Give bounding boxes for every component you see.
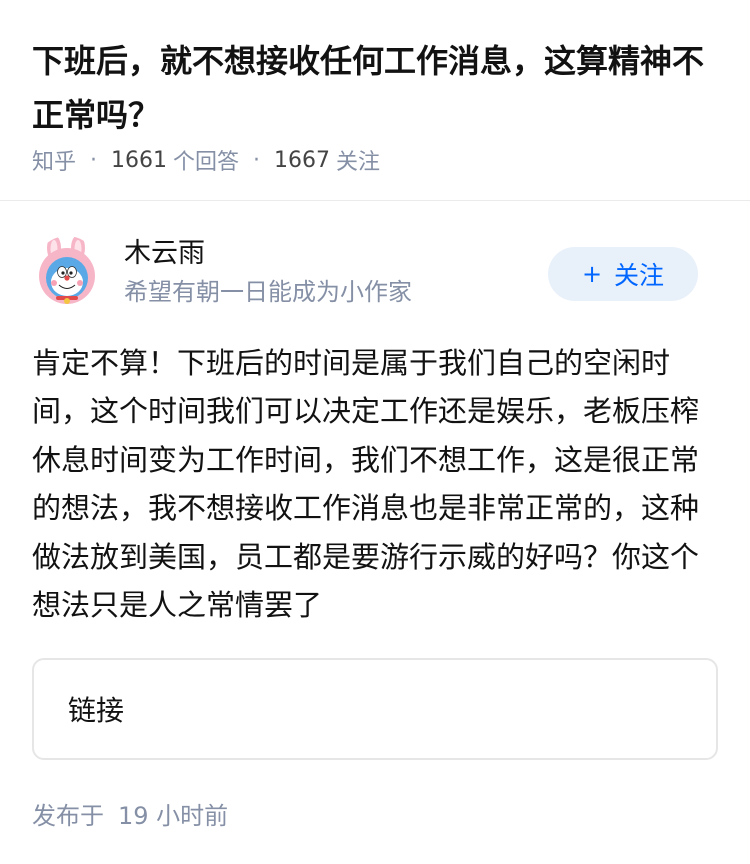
answer-count-suffix: 个回答 (173, 150, 240, 175)
meta-separator: · (253, 147, 261, 173)
question-title[interactable]: 下班后，就不想接收任何工作消息，这算精神不正常吗？ (32, 34, 722, 142)
doraemon-bunny-avatar-icon (34, 236, 100, 306)
follow-button-label: 关注 (614, 261, 665, 290)
source-label[interactable]: 知乎 (32, 144, 76, 176)
author-bio: 希望有朝一日能成为小作家 (124, 278, 412, 306)
publish-time-prefix: 发布于 (32, 802, 104, 830)
author-avatar[interactable] (34, 236, 100, 306)
answer-count: 1661 (111, 147, 168, 173)
follow-button[interactable]: + 关注 (548, 247, 698, 301)
follower-count-suffix: 关注 (336, 150, 381, 175)
publish-time: 发布于 19 小时前 (32, 796, 228, 831)
link-card[interactable]: 链接 (32, 658, 718, 760)
plus-icon: + (581, 260, 603, 288)
publish-time-value: 19 小时前 (118, 802, 229, 830)
follower-count: 1667 (274, 147, 331, 173)
meta-separator: · (90, 147, 98, 173)
section-divider (0, 200, 750, 201)
answer-content: 肯定不算！下班后的时间是属于我们自己的空闲时间，这个时间我们可以决定工作还是娱乐… (32, 346, 700, 623)
question-meta: 知乎 · 1661 个回答 · 1667 关注 (32, 140, 380, 180)
author-name[interactable]: 木云雨 (124, 236, 205, 272)
link-card-label: 链接 (68, 694, 125, 727)
